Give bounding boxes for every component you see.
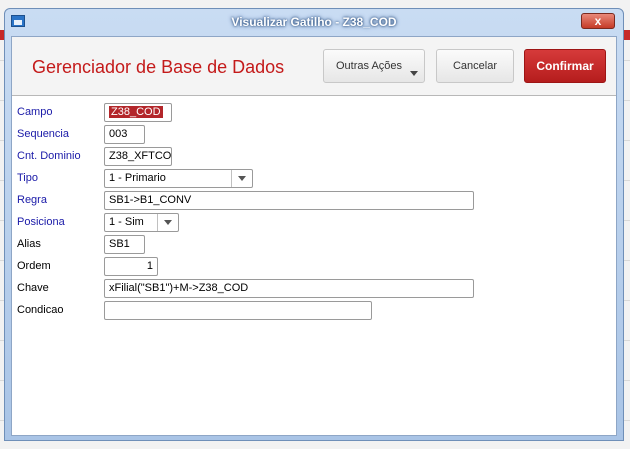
confirm-button[interactable]: Confirmar	[524, 49, 606, 83]
dialog-window: Visualizar Gatilho - Z38_COD x Gerenciad…	[4, 8, 624, 441]
chave-field[interactable]: xFilial("SB1")+M->Z38_COD	[104, 279, 474, 298]
form-row-sequencia: Sequencia 003	[12, 124, 616, 144]
campo-label: Campo	[17, 106, 53, 118]
form-row-ordem: Ordem 1	[12, 256, 616, 276]
tipo-label: Tipo	[17, 172, 38, 184]
dialog-header: Gerenciador de Base de Dados Outras Açõe…	[12, 37, 616, 96]
outras-acoes-label: Outras Ações	[336, 60, 403, 72]
posiciona-select[interactable]: 1 - Sim	[104, 213, 179, 232]
cancel-label: Cancelar	[452, 60, 498, 72]
cnt-dominio-field[interactable]: Z38_XFTCON	[104, 147, 172, 166]
form-row-alias: Alias SB1	[12, 234, 616, 254]
form-row-condicao: Condicao	[12, 300, 616, 320]
alias-field[interactable]: SB1	[104, 235, 145, 254]
form-row-campo: Campo Z38_COD	[12, 102, 616, 122]
form-row-chave: Chave xFilial("SB1")+M->Z38_COD	[12, 278, 616, 298]
page-title: Gerenciador de Base de Dados	[32, 57, 285, 77]
chevron-down-icon	[410, 71, 418, 76]
outras-acoes-button[interactable]: Outras Ações	[323, 49, 425, 83]
form-row-posiciona: Posiciona 1 - Sim	[12, 212, 616, 232]
regra-field[interactable]: SB1->B1_CONV	[104, 191, 474, 210]
confirm-label: Confirmar	[536, 59, 594, 73]
posiciona-value: 1 - Sim	[109, 216, 144, 228]
chave-label: Chave	[17, 282, 49, 294]
sequencia-label: Sequencia	[17, 128, 69, 140]
campo-field[interactable]: Z38_COD	[104, 103, 172, 122]
dialog-content: Gerenciador de Base de Dados Outras Açõe…	[11, 36, 617, 436]
window-title: Visualizar Gatilho - Z38_COD	[231, 15, 397, 29]
close-button[interactable]: x	[581, 13, 615, 29]
ordem-field[interactable]: 1	[104, 257, 158, 276]
close-icon: x	[594, 14, 602, 28]
regra-label: Regra	[17, 194, 47, 206]
form-row-regra: Regra SB1->B1_CONV	[12, 190, 616, 210]
posiciona-label: Posiciona	[17, 216, 65, 228]
alias-label: Alias	[17, 238, 41, 250]
chevron-down-icon[interactable]	[157, 214, 178, 231]
sequencia-field[interactable]: 003	[104, 125, 145, 144]
ordem-label: Ordem	[17, 260, 51, 272]
campo-value: Z38_COD	[109, 106, 163, 118]
condicao-label: Condicao	[17, 304, 64, 316]
title-bar[interactable]: Visualizar Gatilho - Z38_COD x	[5, 9, 623, 35]
cancel-button[interactable]: Cancelar	[436, 49, 514, 83]
condicao-field[interactable]	[104, 301, 372, 320]
tipo-value: 1 - Primario	[109, 172, 166, 184]
chevron-down-icon[interactable]	[231, 170, 252, 187]
form-row-cnt-dominio: Cnt. Dominio Z38_XFTCON	[12, 146, 616, 166]
cnt-dominio-label: Cnt. Dominio	[17, 150, 81, 162]
form-row-tipo: Tipo 1 - Primario	[12, 168, 616, 188]
tipo-select[interactable]: 1 - Primario	[104, 169, 253, 188]
